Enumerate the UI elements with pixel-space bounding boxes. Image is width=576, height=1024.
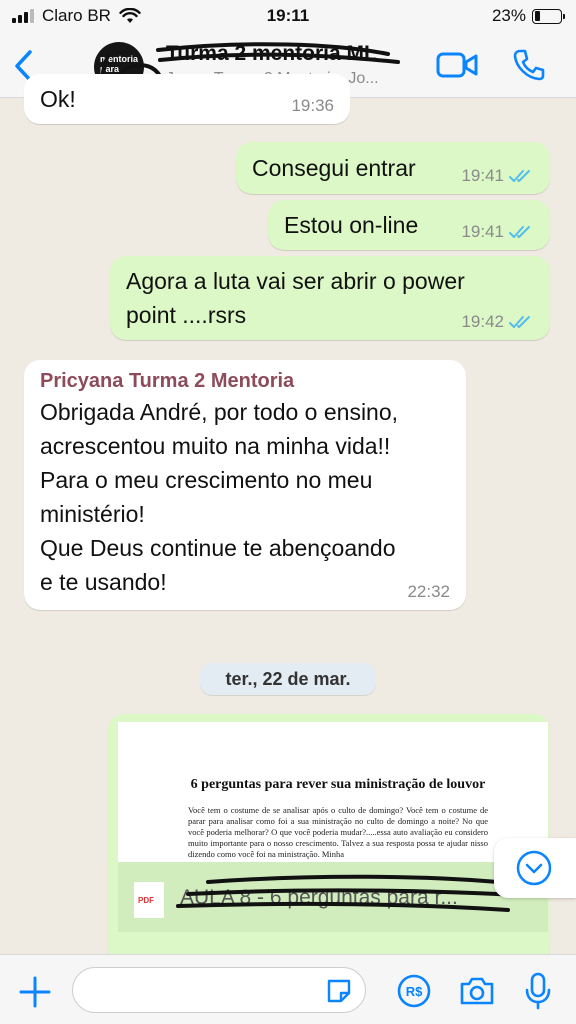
battery-icon	[532, 8, 565, 24]
message-outgoing[interactable]: Consegui entrar 19:41	[236, 142, 550, 194]
sender-name[interactable]: Pricyana Turma 2 Mentoria	[40, 370, 398, 393]
microphone-icon[interactable]	[524, 971, 552, 1011]
message-outgoing[interactable]: Estou on-line 19:41	[268, 200, 550, 250]
plus-icon[interactable]	[18, 975, 52, 1009]
date-divider: ter., 22 de mar.	[200, 663, 376, 695]
message-time: 19:42	[461, 312, 504, 331]
message-text-line: Agora a luta vai ser abrir o power	[126, 268, 465, 294]
message-text: Consegui entrar	[252, 155, 416, 181]
double-check-icon	[509, 226, 530, 238]
message-text: Estou on-line	[284, 212, 419, 238]
message-text-line: Para o meu crescimento no meu	[40, 467, 373, 493]
document-file-bar[interactable]: PDF AULA 8 - 6 perguntas para r...	[118, 862, 548, 932]
message-time: 22:32	[407, 582, 450, 601]
clock: 19:11	[266, 6, 310, 25]
document-preview[interactable]: 6 perguntas para rever sua ministração d…	[118, 722, 548, 872]
message-text-line: ministério!	[40, 501, 145, 527]
pdf-file-icon: PDF	[134, 882, 164, 918]
phone-icon[interactable]	[512, 48, 546, 82]
document-heading: 6 perguntas para rever sua ministração d…	[190, 777, 486, 792]
file-type-badge: PDF	[138, 896, 154, 905]
chevron-down-circle-icon	[516, 850, 552, 886]
redaction-scribble	[176, 874, 540, 912]
message-outgoing[interactable]: Agora a luta vai ser abrir o power point…	[110, 256, 550, 340]
chat-title[interactable]: Turma 2 mentoria ML	[166, 42, 377, 66]
document-body-text: Você tem o costume de se analisar após o…	[188, 805, 488, 859]
svg-text:R$: R$	[406, 984, 423, 999]
video-camera-icon[interactable]	[436, 50, 478, 80]
message-input-bar: R$	[0, 954, 576, 1024]
message-incoming[interactable]: Pricyana Turma 2 Mentoria Obrigada André…	[24, 360, 466, 610]
scroll-to-bottom-button[interactable]	[494, 838, 576, 898]
message-text-line: point ....rsrs	[126, 302, 247, 328]
double-check-icon	[509, 316, 530, 328]
message-text-line: acrescentou muito na minha vida!!	[40, 433, 391, 459]
pix-payment-icon[interactable]: R$	[396, 973, 432, 1009]
camera-icon[interactable]	[458, 975, 496, 1007]
message-time: 19:41	[461, 166, 504, 185]
message-text-line: Obrigada André, por todo o ensino,	[40, 399, 399, 425]
message-text-line: Que Deus continue te abençoando	[40, 535, 396, 561]
message-time: 19:41	[461, 222, 504, 241]
message-time: 19:36	[291, 96, 334, 115]
message-incoming[interactable]: Ok! 19:36	[24, 74, 350, 124]
message-input[interactable]	[72, 967, 366, 1013]
sticker-icon[interactable]	[325, 977, 353, 1005]
message-text-line: e te usando!	[40, 569, 167, 595]
document-message[interactable]: 6 perguntas para rever sua ministração d…	[108, 714, 550, 964]
double-check-icon	[509, 170, 530, 182]
status-bar: Claro BR 19:11 23%	[0, 0, 576, 34]
battery-percent: 23%	[491, 6, 526, 25]
message-text: Ok!	[40, 86, 76, 112]
